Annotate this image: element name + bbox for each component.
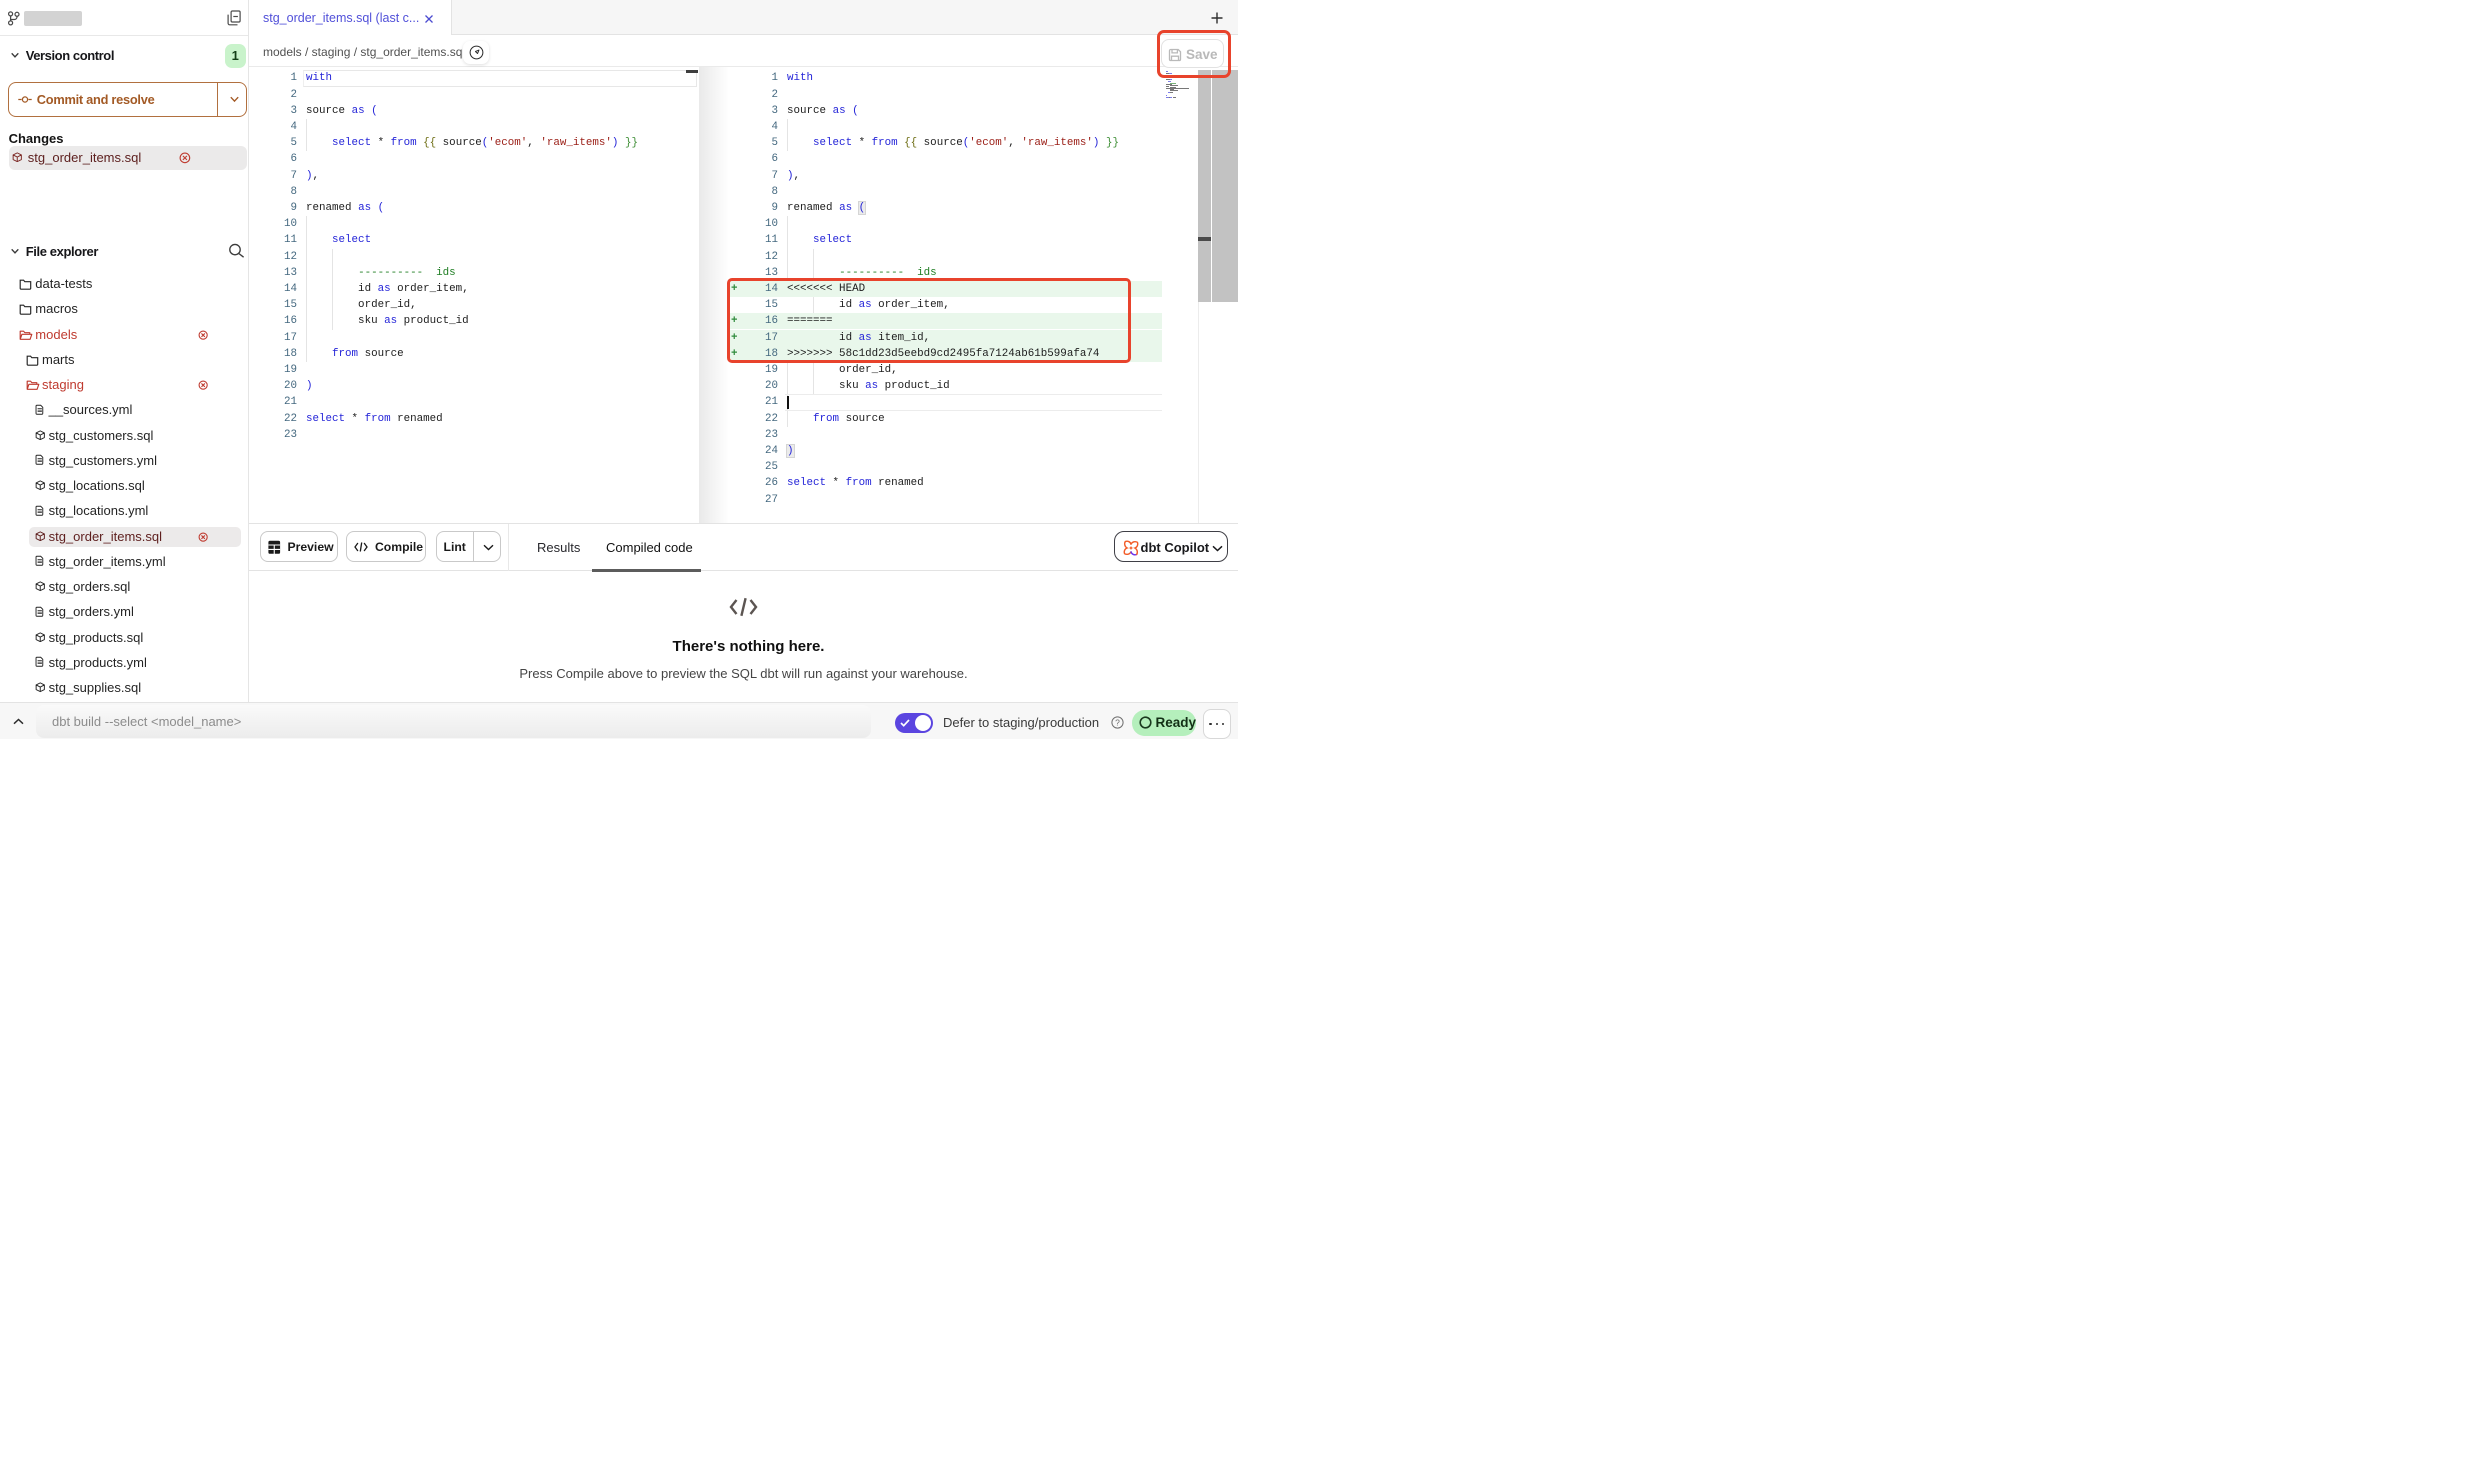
svg-text:?: ? — [1115, 717, 1120, 727]
